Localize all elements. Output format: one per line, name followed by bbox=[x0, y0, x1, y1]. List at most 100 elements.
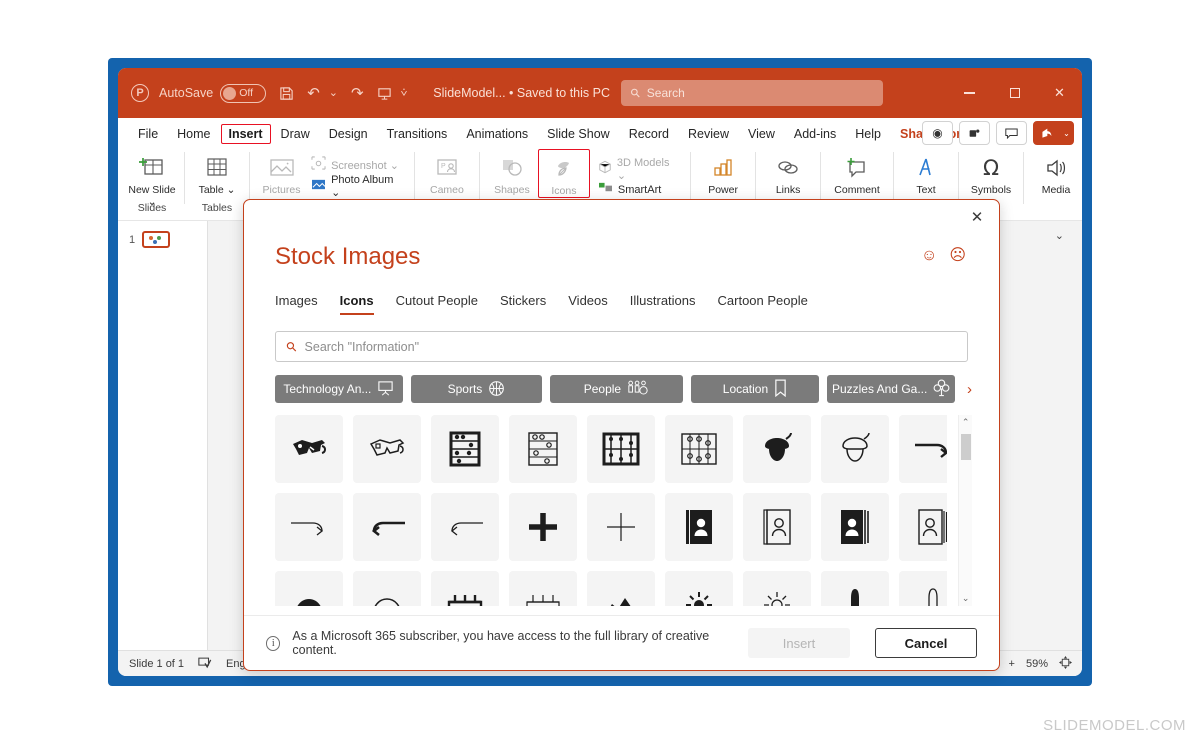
chip-people[interactable]: People bbox=[550, 375, 683, 403]
icon-cell[interactable] bbox=[743, 493, 811, 561]
3d-models-button[interactable]: 3D Models ⌄ bbox=[594, 157, 684, 182]
links-button[interactable]: Links bbox=[762, 149, 814, 196]
icon-cell[interactable] bbox=[665, 493, 733, 561]
tab-home[interactable]: Home bbox=[168, 124, 219, 144]
tab-add-ins[interactable]: Add-ins bbox=[785, 124, 845, 144]
cameo-button[interactable]: P Cameo bbox=[421, 149, 473, 196]
comments-icon[interactable] bbox=[996, 121, 1027, 145]
sad-face-icon[interactable]: ☹ bbox=[949, 248, 966, 264]
share-button[interactable] bbox=[1033, 121, 1059, 145]
icon-cell[interactable] bbox=[431, 493, 499, 561]
maximize-button[interactable] bbox=[992, 68, 1037, 118]
chip-location[interactable]: Location bbox=[690, 375, 820, 403]
icon-cell[interactable] bbox=[587, 493, 655, 561]
icon-cell[interactable] bbox=[509, 415, 577, 483]
customize-qat-icon[interactable]: ⩒ bbox=[401, 87, 408, 99]
icon-cell[interactable] bbox=[275, 571, 343, 606]
autosave-toggle[interactable]: Off bbox=[220, 83, 267, 103]
tab-videos[interactable]: Videos bbox=[568, 293, 608, 315]
icon-cell[interactable] bbox=[821, 571, 889, 606]
icon-cell[interactable] bbox=[665, 571, 733, 606]
chip-sports[interactable]: Sports bbox=[410, 375, 543, 403]
text-button[interactable]: Text bbox=[900, 149, 952, 196]
happy-face-icon[interactable]: ☺ bbox=[921, 248, 937, 264]
icon-cell[interactable] bbox=[899, 415, 948, 483]
icon-cell[interactable] bbox=[743, 415, 811, 483]
photo-album-button[interactable]: Photo Album ⌄ bbox=[307, 174, 408, 199]
screenshot-button[interactable]: Screenshot ⌄ bbox=[307, 155, 408, 176]
media-button[interactable]: Media bbox=[1030, 149, 1082, 196]
chevron-down-icon[interactable]: ⌄ bbox=[1055, 229, 1064, 242]
icon-cell[interactable] bbox=[275, 493, 343, 561]
thumbnail-item[interactable]: 1 bbox=[118, 231, 207, 248]
tab-cutout-people[interactable]: Cutout People bbox=[396, 293, 478, 315]
power-button[interactable]: Power bbox=[697, 149, 749, 196]
cancel-button[interactable]: Cancel bbox=[875, 628, 977, 658]
icon-cell[interactable] bbox=[821, 415, 889, 483]
fit-slide-icon[interactable] bbox=[1059, 655, 1072, 672]
icon-cell[interactable] bbox=[899, 571, 948, 606]
document-title[interactable]: SlideModel... • Saved to this PC bbox=[433, 86, 610, 100]
chevron-up-icon[interactable]: ⌃ bbox=[962, 417, 970, 428]
minimize-button[interactable] bbox=[947, 68, 992, 118]
tab-design[interactable]: Design bbox=[320, 124, 377, 144]
tab-animations[interactable]: Animations bbox=[457, 124, 537, 144]
thumbnail-preview[interactable] bbox=[142, 231, 171, 248]
chevron-down-icon[interactable]: ⌄ bbox=[962, 593, 970, 604]
undo-chevron-icon[interactable]: ⌄ bbox=[329, 87, 338, 99]
icon-cell[interactable] bbox=[743, 571, 811, 606]
chip-technology[interactable]: Technology An... bbox=[275, 375, 403, 403]
pictures-button[interactable]: Pictures bbox=[256, 149, 307, 196]
tab-record[interactable]: Record bbox=[620, 124, 678, 144]
zoom-in-button[interactable]: + bbox=[1009, 658, 1015, 670]
chip-puzzles[interactable]: Puzzles And Ga... bbox=[827, 375, 955, 403]
present-icon[interactable] bbox=[377, 86, 392, 101]
icon-cell[interactable] bbox=[353, 493, 421, 561]
icon-cell[interactable] bbox=[353, 571, 421, 606]
undo-icon[interactable]: ↶ bbox=[307, 86, 320, 101]
icon-cell[interactable] bbox=[587, 571, 655, 606]
tab-insert[interactable]: Insert bbox=[220, 123, 271, 144]
redo-icon[interactable]: ↷ bbox=[351, 86, 364, 101]
icons-button[interactable]: Icons bbox=[537, 149, 590, 198]
record-icon[interactable]: ◉ bbox=[922, 121, 953, 145]
tab-file[interactable]: File bbox=[129, 124, 167, 144]
icon-cell[interactable] bbox=[821, 493, 889, 561]
dialog-close-button[interactable]: ✕ bbox=[967, 207, 987, 227]
chevron-right-icon[interactable]: › bbox=[967, 381, 972, 398]
tab-draw[interactable]: Draw bbox=[272, 124, 319, 144]
shapes-button[interactable]: Shapes bbox=[486, 149, 538, 196]
icon-cell[interactable] bbox=[899, 493, 948, 561]
tab-help[interactable]: Help bbox=[846, 124, 890, 144]
accessibility-icon[interactable] bbox=[198, 656, 212, 672]
search-input[interactable]: ⚲ Search bbox=[621, 80, 883, 106]
tab-slide-show[interactable]: Slide Show bbox=[538, 124, 619, 144]
table-button[interactable]: Table ⌄ bbox=[191, 149, 243, 196]
close-button[interactable]: ✕ bbox=[1037, 68, 1082, 118]
icon-cell[interactable] bbox=[587, 415, 655, 483]
tab-icons[interactable]: Icons bbox=[339, 293, 374, 315]
icon-cell[interactable] bbox=[431, 571, 499, 606]
tab-view[interactable]: View bbox=[739, 124, 784, 144]
comment-button[interactable]: Comment bbox=[827, 149, 887, 196]
icon-cell[interactable] bbox=[509, 493, 577, 561]
icon-cell[interactable] bbox=[665, 415, 733, 483]
smartart-button[interactable]: SmartArt bbox=[594, 180, 684, 201]
tab-review[interactable]: Review bbox=[679, 124, 738, 144]
tab-transitions[interactable]: Transitions bbox=[378, 124, 457, 144]
tab-illustrations[interactable]: Illustrations bbox=[630, 293, 696, 315]
icon-cell[interactable] bbox=[353, 415, 421, 483]
tab-images[interactable]: Images bbox=[275, 293, 318, 315]
scrollbar-thumb[interactable] bbox=[961, 434, 972, 460]
dialog-search-input[interactable]: ⚲ Search "Information" bbox=[275, 331, 968, 362]
symbols-button[interactable]: Ω Symbols bbox=[965, 149, 1017, 196]
tab-cartoon-people[interactable]: Cartoon People bbox=[718, 293, 808, 315]
icon-grid-scrollbar[interactable]: ⌃ ⌄ bbox=[958, 415, 972, 606]
share-chevron-icon[interactable]: ⌄ bbox=[1059, 121, 1074, 145]
insert-button[interactable]: Insert bbox=[748, 628, 850, 658]
tab-stickers[interactable]: Stickers bbox=[500, 293, 546, 315]
new-slide-button[interactable]: New Slide ⌄ bbox=[126, 149, 178, 208]
teams-icon[interactable] bbox=[959, 121, 990, 145]
icon-cell[interactable] bbox=[431, 415, 499, 483]
icon-cell[interactable] bbox=[275, 415, 343, 483]
